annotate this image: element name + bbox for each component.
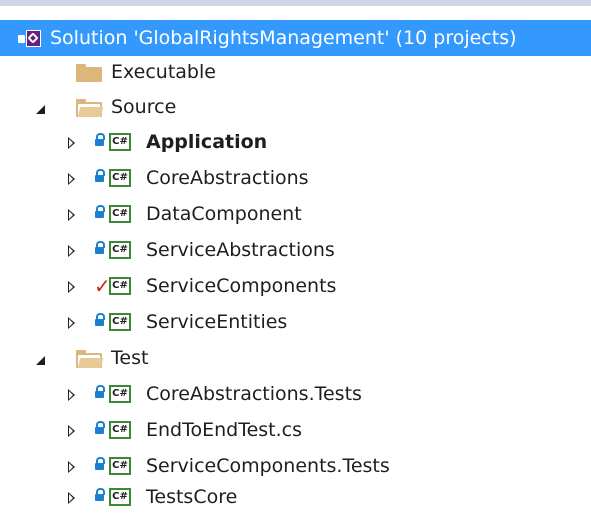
- folder-label: Executable: [111, 61, 216, 83]
- collapsed-arrow-icon[interactable]: [68, 245, 75, 257]
- csharp-project-icon: C#: [109, 169, 131, 187]
- csharp-project-icon: C#: [109, 205, 131, 223]
- folder-label: Source: [111, 96, 177, 118]
- lock-icon: [95, 313, 105, 327]
- project-label: TestsCore: [146, 486, 238, 508]
- project-label: ServiceEntities: [146, 311, 288, 333]
- project-label: Application: [146, 131, 268, 153]
- lock-icon: [95, 421, 105, 435]
- project-node-servicecomponents[interactable]: ✓ C# ServiceComponents: [0, 268, 591, 304]
- project-node-serviceabstractions[interactable]: C# ServiceAbstractions: [0, 232, 591, 268]
- project-label: DataComponent: [146, 203, 302, 225]
- checked-out-icon: ✓: [94, 274, 111, 298]
- project-node-coreabstractions-tests[interactable]: C# CoreAbstractions.Tests: [0, 376, 591, 412]
- folder-open-icon: [76, 99, 104, 117]
- collapsed-arrow-icon[interactable]: [68, 492, 75, 504]
- csharp-project-icon: C#: [109, 133, 131, 151]
- expanded-arrow-icon[interactable]: [36, 356, 45, 365]
- folder-label: Test: [111, 347, 149, 369]
- folder-icon: [76, 64, 102, 82]
- collapsed-arrow-icon[interactable]: [68, 425, 75, 437]
- expanded-arrow-icon[interactable]: [36, 105, 45, 114]
- collapsed-arrow-icon[interactable]: [68, 281, 75, 293]
- folder-open-icon: [76, 350, 104, 368]
- solution-node[interactable]: Solution 'GlobalRightsManagement' (10 pr…: [0, 20, 591, 56]
- lock-icon: [95, 385, 105, 399]
- project-node-datacomponent[interactable]: C# DataComponent: [0, 196, 591, 232]
- project-label: ServiceAbstractions: [146, 239, 335, 261]
- lock-icon: [95, 457, 105, 471]
- csharp-project-icon: C#: [109, 421, 131, 439]
- csharp-project-icon: C#: [109, 313, 131, 331]
- lock-icon: [95, 133, 105, 147]
- solution-label: Solution 'GlobalRightsManagement' (10 pr…: [50, 27, 517, 49]
- visual-studio-solution-icon: [18, 29, 41, 47]
- project-label: EndToEndTest.cs: [146, 419, 303, 441]
- solution-explorer-tree: Solution 'GlobalRightsManagement' (10 pr…: [0, 0, 591, 515]
- collapsed-arrow-icon[interactable]: [68, 317, 75, 329]
- folder-node-test[interactable]: Test: [0, 340, 591, 376]
- csharp-project-icon: C#: [109, 457, 131, 475]
- lock-icon: [95, 241, 105, 255]
- csharp-project-icon: C#: [109, 385, 131, 403]
- project-label: ServiceComponents.Tests: [146, 455, 390, 477]
- collapsed-arrow-icon[interactable]: [68, 209, 75, 221]
- collapsed-arrow-icon[interactable]: [68, 173, 75, 185]
- project-node-endtoendtest[interactable]: C# EndToEndTest.cs: [0, 412, 591, 448]
- project-node-application[interactable]: C# Application: [0, 124, 591, 160]
- collapsed-arrow-icon[interactable]: [68, 137, 75, 149]
- project-label: CoreAbstractions.Tests: [146, 383, 362, 405]
- project-label: CoreAbstractions: [146, 167, 309, 189]
- collapsed-arrow-icon[interactable]: [68, 389, 75, 401]
- lock-icon: [95, 488, 105, 502]
- project-node-serviceentities[interactable]: C# ServiceEntities: [0, 304, 591, 340]
- lock-icon: [95, 205, 105, 219]
- project-node-coreabstractions[interactable]: C# CoreAbstractions: [0, 160, 591, 196]
- folder-node-executable[interactable]: Executable: [0, 54, 591, 90]
- csharp-project-icon: C#: [109, 277, 131, 295]
- project-node-testscore[interactable]: C# TestsCore: [0, 479, 591, 515]
- csharp-project-icon: C#: [109, 488, 131, 506]
- collapsed-arrow-icon[interactable]: [68, 461, 75, 473]
- lock-icon: [95, 169, 105, 183]
- csharp-project-icon: C#: [109, 241, 131, 259]
- folder-node-source[interactable]: Source: [0, 89, 591, 125]
- project-label: ServiceComponents: [146, 275, 337, 297]
